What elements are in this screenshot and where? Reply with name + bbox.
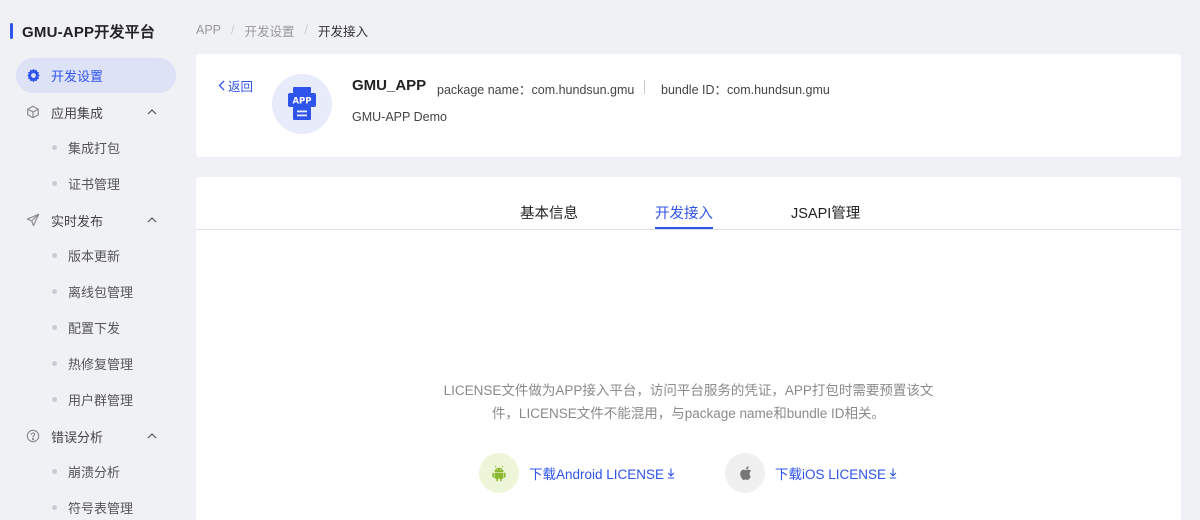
- bundle-id: bundle ID：com.hundsun.gmu: [661, 83, 830, 97]
- sidebar-item-dev-settings[interactable]: 开发设置: [16, 58, 176, 93]
- sidebar-item-config-delivery[interactable]: 配置下发: [52, 315, 120, 339]
- apple-icon-badge: [725, 453, 765, 493]
- sidebar-item-label: 崩溃分析: [68, 464, 121, 480]
- sidebar-item-label: 版本更新: [68, 248, 121, 264]
- sidebar-group-realtime-release[interactable]: 实时发布: [16, 206, 176, 234]
- sidebar-item-label: 离线包管理: [68, 284, 134, 300]
- android-icon: [492, 465, 506, 481]
- send-icon: [26, 213, 40, 227]
- gear-icon: [27, 68, 40, 83]
- bullet-dot: [52, 252, 57, 258]
- breadcrumb-separator: /: [231, 23, 235, 37]
- meta-divider: [644, 80, 645, 94]
- app-avatar: APP: [272, 74, 332, 134]
- sidebar-group-error-analysis[interactable]: 错误分析: [16, 422, 176, 450]
- sidebar-item-label: 配置下发: [68, 320, 121, 336]
- chevron-up-icon: [147, 217, 157, 223]
- breadcrumb-item[interactable]: APP: [196, 23, 221, 37]
- brand-title: GMU-APP开发平台: [22, 23, 156, 41]
- cube-icon: [27, 105, 39, 119]
- sidebar-item-label: 集成打包: [68, 140, 121, 156]
- app-header-card: 返回 APP GMU_APP package name：com.hundsun.…: [196, 54, 1181, 157]
- app-description: GMU-APP Demo: [352, 110, 447, 124]
- main-content-card: 基本信息 开发接入 JSAPI管理 LICENSE文件做为APP接入平台，访问平…: [196, 177, 1181, 520]
- sidebar-item-user-groups[interactable]: 用户群管理: [52, 387, 133, 411]
- sidebar-item-label: 符号表管理: [68, 500, 134, 516]
- download-icon: [889, 468, 897, 479]
- sidebar-group-label: 错误分析: [51, 429, 104, 445]
- sidebar-item-offline-packages[interactable]: 离线包管理: [52, 279, 133, 303]
- tab-jsapi-management[interactable]: JSAPI管理: [791, 202, 860, 229]
- tab-dev-access[interactable]: 开发接入: [655, 202, 713, 229]
- sidebar-group-app-integration[interactable]: 应用集成: [16, 98, 176, 126]
- bullet-dot: [52, 360, 57, 366]
- sidebar-item-version-update[interactable]: 版本更新: [52, 243, 120, 267]
- sidebar-item-certificates[interactable]: 证书管理: [52, 171, 120, 195]
- back-label: 返回: [228, 80, 254, 94]
- sidebar-item-label: 热修复管理: [68, 356, 134, 372]
- bullet-dot: [52, 504, 57, 510]
- bullet-dot: [52, 396, 57, 402]
- license-notice-line: 件，LICENSE文件不能混用，与package name和bundle ID相…: [491, 406, 886, 421]
- breadcrumb: APP / 开发设置 / 开发接入: [196, 21, 368, 39]
- chevron-up-icon: [147, 109, 157, 115]
- back-button[interactable]: 返回: [218, 76, 253, 95]
- package-name: package name：com.hundsun.gmu: [437, 83, 635, 97]
- sidebar: GMU-APP开发平台 开发设置 应用集成 集成打包 证书管理 实时发布 版本更…: [0, 0, 186, 520]
- question-circle-icon: [26, 429, 40, 443]
- tab-basic-info[interactable]: 基本信息: [520, 202, 578, 229]
- sidebar-group-label: 应用集成: [51, 105, 104, 121]
- download-ios-license-button[interactable]: 下载iOS LICENSE: [725, 453, 897, 493]
- bullet-dot: [52, 144, 57, 150]
- app-name: GMU_APP: [352, 77, 427, 94]
- apple-icon: [740, 466, 752, 480]
- bullet-dot: [52, 180, 57, 186]
- brand: GMU-APP开发平台: [10, 21, 155, 41]
- license-notice-line: LICENSE文件做为APP接入平台，访问平台服务的凭证，APP打包时需要预置该…: [443, 383, 934, 398]
- tab-bar: 基本信息 开发接入 JSAPI管理: [196, 177, 1181, 230]
- breadcrumb-item[interactable]: 开发设置: [245, 21, 295, 40]
- chevron-up-icon: [147, 433, 157, 439]
- sidebar-item-crash-analysis[interactable]: 崩溃分析: [52, 459, 120, 483]
- sidebar-item-label: 开发设置: [51, 69, 104, 84]
- download-ios-label: 下载iOS LICENSE: [775, 467, 887, 482]
- download-android-license-button[interactable]: 下载Android LICENSE: [479, 453, 675, 493]
- sidebar-item-symbol-tables[interactable]: 符号表管理: [52, 495, 133, 519]
- sidebar-item-label: 用户群管理: [68, 392, 134, 408]
- sidebar-group-label: 实时发布: [51, 213, 104, 229]
- app-logo-icon: APP: [288, 87, 316, 120]
- breadcrumb-current: 开发接入: [318, 24, 369, 39]
- brand-accent-bar: [10, 23, 13, 39]
- bullet-dot: [52, 468, 57, 474]
- sidebar-item-build[interactable]: 集成打包: [52, 135, 120, 159]
- sidebar-item-label: 证书管理: [68, 176, 121, 192]
- download-icon: [667, 468, 675, 479]
- bullet-dot: [52, 324, 57, 330]
- app-avatar-text: APP: [292, 97, 311, 107]
- sidebar-item-hotfix[interactable]: 热修复管理: [52, 351, 133, 375]
- license-notice: LICENSE文件做为APP接入平台，访问平台服务的凭证，APP打包时需要预置该…: [431, 379, 946, 425]
- bullet-dot: [52, 288, 57, 294]
- android-icon-badge: [479, 453, 519, 493]
- download-android-label: 下载Android LICENSE: [529, 467, 665, 482]
- chevron-left-icon: [218, 80, 225, 91]
- breadcrumb-separator: /: [304, 23, 308, 37]
